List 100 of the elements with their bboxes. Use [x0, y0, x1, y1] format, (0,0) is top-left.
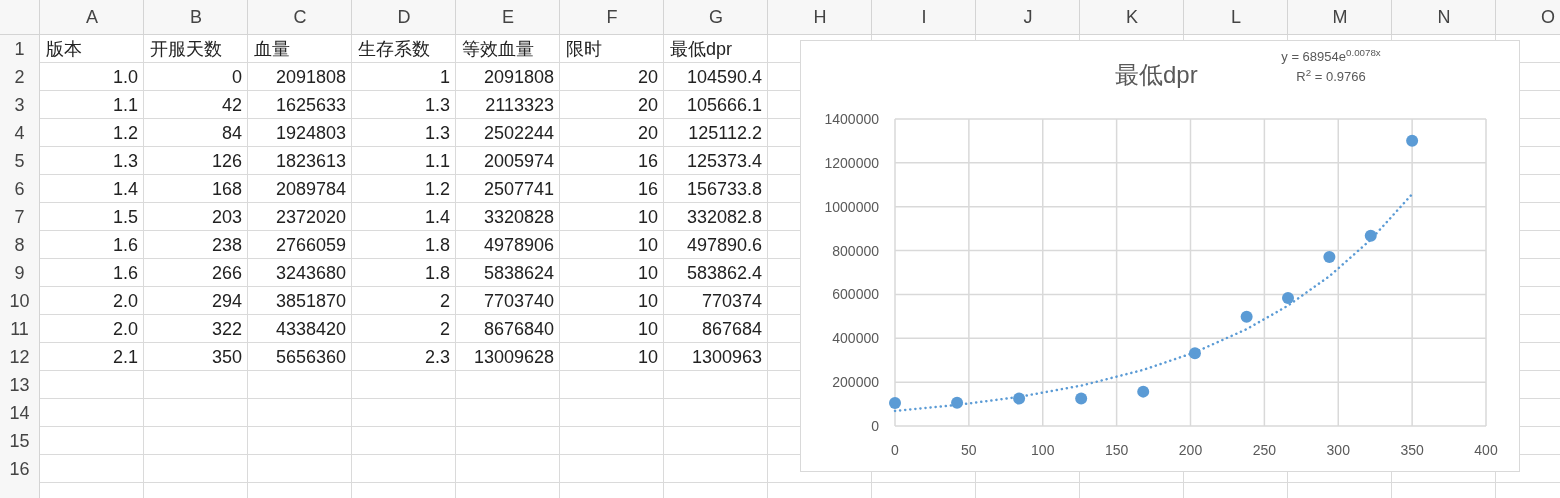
row-header[interactable]: 2 [14, 63, 25, 91]
row-header[interactable]: 16 [9, 455, 30, 483]
table-cell-text: 5838624 [483, 261, 554, 285]
table-cell-text: 1.5 [112, 205, 138, 229]
table-cell-text: 1.6 [112, 261, 138, 285]
data-point [1323, 251, 1336, 264]
column-header[interactable]: J [976, 0, 1080, 34]
row-header[interactable]: 3 [14, 91, 25, 119]
table-cell-text: 限时 [566, 37, 602, 61]
axis-tick-label: 600000 [832, 286, 879, 303]
row-header[interactable]: 9 [14, 259, 25, 287]
table-cell-text: 10 [637, 261, 658, 285]
table-cell-text: 5656360 [275, 345, 346, 369]
row-header[interactable]: 14 [9, 399, 30, 427]
row-header[interactable]: 1 [14, 35, 25, 63]
axis-tick-label: 200000 [832, 374, 879, 391]
column-header[interactable]: K [1080, 0, 1184, 34]
table-cell-text: 583862.4 [686, 261, 762, 285]
table-cell-text: 1924803 [275, 121, 346, 145]
table-cell-text: 1.3 [424, 121, 450, 145]
row-header[interactable]: 15 [9, 427, 30, 455]
table-cell-text: 203 [211, 205, 242, 229]
table-cell-text: 322 [211, 317, 242, 341]
row-header[interactable]: 10 [9, 287, 30, 315]
table-cell-text: 2.3 [424, 345, 450, 369]
row-header[interactable]: 8 [14, 231, 25, 259]
table-cell-text: 104590.4 [686, 65, 762, 89]
table-cell-text: 3851870 [275, 289, 346, 313]
row-header[interactable]: 11 [10, 315, 29, 343]
table-cell-text: 2 [440, 317, 450, 341]
table-cell-text: 1300963 [691, 345, 762, 369]
table-cell-text: 最低dpr [670, 37, 732, 61]
column-header[interactable]: H [768, 0, 872, 34]
table-cell-text: 2 [440, 289, 450, 313]
table-cell-text: 8676840 [483, 317, 554, 341]
table-cell-text: 1823613 [275, 149, 346, 173]
row-header[interactable]: 5 [14, 147, 25, 175]
axis-tick-label: 150 [1104, 442, 1129, 458]
axis-tick-label: 300 [1326, 442, 1350, 458]
table-cell-text: 10 [637, 345, 658, 369]
table-cell-text: 10 [637, 317, 658, 341]
table-cell-text: 125373.4 [686, 149, 762, 173]
table-cell-text: 1.8 [424, 261, 450, 285]
row-header[interactable]: 4 [14, 119, 25, 147]
table-cell-text: 294 [211, 289, 242, 313]
axis-tick-label: 50 [961, 442, 977, 458]
table-cell-text: 2089784 [275, 177, 346, 201]
axis-tick-label: 1200000 [824, 154, 879, 171]
axis-tick-label: 350 [1400, 442, 1424, 458]
column-header[interactable]: C [248, 0, 352, 34]
column-header[interactable]: E [456, 0, 560, 34]
row-header[interactable]: 6 [14, 175, 25, 203]
table-cell-text: 0 [232, 65, 242, 89]
table-cell-text: 20 [637, 65, 658, 89]
data-point [1137, 385, 1150, 398]
column-header[interactable]: A [40, 0, 144, 34]
column-header[interactable]: L [1184, 0, 1288, 34]
row-header[interactable]: 13 [9, 371, 30, 399]
table-cell-text: 血量 [254, 37, 290, 61]
column-header[interactable]: N [1392, 0, 1496, 34]
column-header[interactable]: F [560, 0, 664, 34]
row-header[interactable]: 7 [14, 203, 25, 231]
table-cell-text: 2.1 [112, 345, 138, 369]
table-cell-text: 770374 [701, 289, 762, 313]
table-cell-text: 1.2 [424, 177, 450, 201]
table-cell-text: 238 [211, 233, 242, 257]
table-cell-text: 497890.6 [686, 233, 762, 257]
table-cell-text: 1.8 [424, 233, 450, 257]
column-header[interactable]: M [1288, 0, 1392, 34]
table-cell-text: 332082.8 [686, 205, 762, 229]
table-cell-text: 156733.8 [686, 177, 762, 201]
table-cell-text: 2502244 [483, 121, 554, 145]
axis-tick-label: 250 [1252, 442, 1277, 458]
trendline-label: R$^{2}$ = 0.9766 [1296, 67, 1366, 86]
table-cell-text: 16 [637, 177, 658, 201]
data-point [889, 397, 901, 410]
table-cell-text: 2372020 [275, 205, 346, 229]
table-cell-text: 2091808 [483, 65, 554, 89]
column-header[interactable]: B [144, 0, 248, 34]
table-cell-text: 1.4 [424, 205, 450, 229]
table-cell-text: 2766059 [275, 233, 346, 257]
table-cell-text: 350 [211, 345, 242, 369]
table-cell-text: 2091808 [275, 65, 346, 89]
axis-tick-label: 1400000 [824, 111, 879, 127]
table-cell-text: 1.0 [112, 65, 138, 89]
row-header[interactable]: 12 [9, 343, 30, 371]
column-header[interactable]: I [872, 0, 976, 34]
table-cell-text: 7703740 [483, 289, 554, 313]
column-header[interactable]: D [352, 0, 456, 34]
table-cell-text: 1.6 [112, 233, 138, 257]
table-cell-text: 等效血量 [462, 37, 534, 61]
data-point [1406, 134, 1419, 147]
table-cell-text: 1.1 [112, 93, 138, 117]
column-header[interactable]: G [664, 0, 768, 34]
table-cell-text: 3320828 [483, 205, 554, 229]
data-point [951, 396, 964, 409]
column-header[interactable]: O [1496, 0, 1560, 34]
table-cell-text: 开服天数 [150, 37, 222, 61]
table-cell-text: 20 [637, 121, 658, 145]
trendline-label: y = 68954e$^{0.0078x}$ [1281, 47, 1381, 66]
